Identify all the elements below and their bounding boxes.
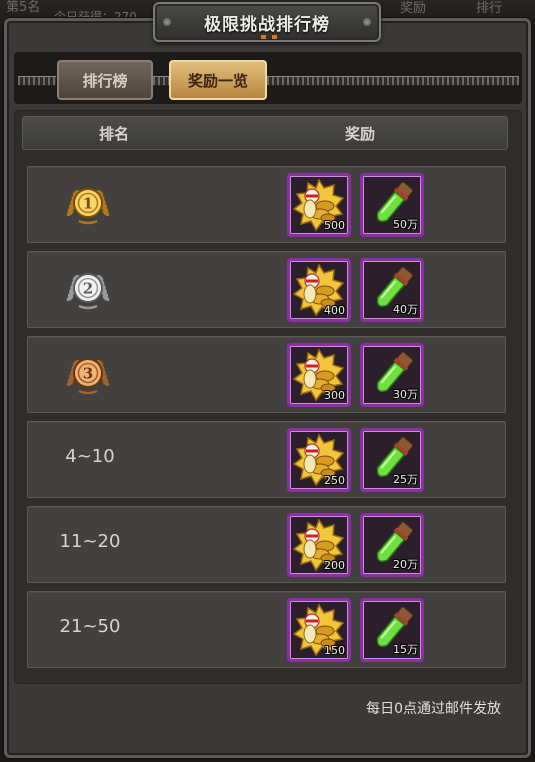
spring-decoration: [18, 76, 56, 86]
reward-quantity: 200: [324, 559, 345, 572]
reward-quantity: 15万: [393, 643, 418, 656]
reward-quantity: 25万: [393, 473, 418, 486]
reward-row: 4~10 250 25万: [27, 421, 506, 498]
reward-row: 21~50 150 15万: [27, 591, 506, 668]
bolt-icon: [163, 18, 171, 26]
reward-slot-potion[interactable]: 40万: [360, 258, 424, 322]
reward-slot-potion[interactable]: 15万: [360, 598, 424, 662]
reward-slot-coins[interactable]: 400: [287, 258, 351, 322]
title-ornament: [261, 35, 277, 39]
header-rank: 排名: [99, 125, 130, 143]
reward-quantity: 30万: [393, 388, 418, 401]
rank-range: 21~50: [59, 616, 121, 637]
reward-row: 1 500 50万: [27, 166, 506, 243]
reward-slot-coins[interactable]: 150: [287, 598, 351, 662]
reward-slot-coins[interactable]: 200: [287, 513, 351, 577]
rank-range: 4~10: [65, 446, 115, 467]
reward-slot-coins[interactable]: 300: [287, 343, 351, 407]
reward-row: 3 300 30万: [27, 336, 506, 413]
reward-row: 2 400 40万: [27, 251, 506, 328]
window-title: 极限挑战排行榜: [204, 14, 330, 35]
gold-medal-icon: 1: [62, 181, 114, 229]
background-tab-rank: 排行: [476, 1, 503, 16]
reward-quantity: 300: [324, 389, 345, 402]
reward-quantity: 500: [324, 219, 345, 232]
reward-slot-potion[interactable]: 50万: [360, 173, 424, 237]
reward-slot-potion[interactable]: 30万: [360, 343, 424, 407]
reward-quantity: 400: [324, 304, 345, 317]
spring-decoration: [267, 76, 519, 86]
reward-quantity: 50万: [393, 218, 418, 231]
svg-text:2: 2: [83, 280, 93, 298]
svg-text:1: 1: [83, 195, 93, 213]
reward-quantity: 250: [324, 474, 345, 487]
reward-slot-potion[interactable]: 20万: [360, 513, 424, 577]
bolt-icon: [363, 18, 371, 26]
bronze-medal-icon: 3: [62, 351, 114, 399]
reward-row: 11~20 200 20万: [27, 506, 506, 583]
list-header: 排名 奖励: [22, 116, 508, 150]
tab-leaderboard[interactable]: 排行榜: [57, 60, 153, 100]
background-rank-text: 第5名: [6, 0, 41, 15]
footer-note: 每日0点通过邮件发放: [366, 701, 501, 717]
background-tab-reward: 奖励: [400, 1, 427, 16]
reward-slot-coins[interactable]: 250: [287, 428, 351, 492]
title-plate: 极限挑战排行榜: [153, 2, 381, 42]
rank-range: 11~20: [59, 531, 121, 552]
tab-reward-list[interactable]: 奖励一览: [169, 60, 267, 100]
spring-decoration: [153, 76, 169, 86]
svg-text:3: 3: [83, 365, 93, 383]
reward-slot-potion[interactable]: 25万: [360, 428, 424, 492]
reward-quantity: 40万: [393, 303, 418, 316]
silver-medal-icon: 2: [62, 266, 114, 314]
reward-quantity: 150: [324, 644, 345, 657]
reward-quantity: 20万: [393, 558, 418, 571]
header-reward: 奖励: [345, 125, 376, 143]
reward-slot-coins[interactable]: 500: [287, 173, 351, 237]
